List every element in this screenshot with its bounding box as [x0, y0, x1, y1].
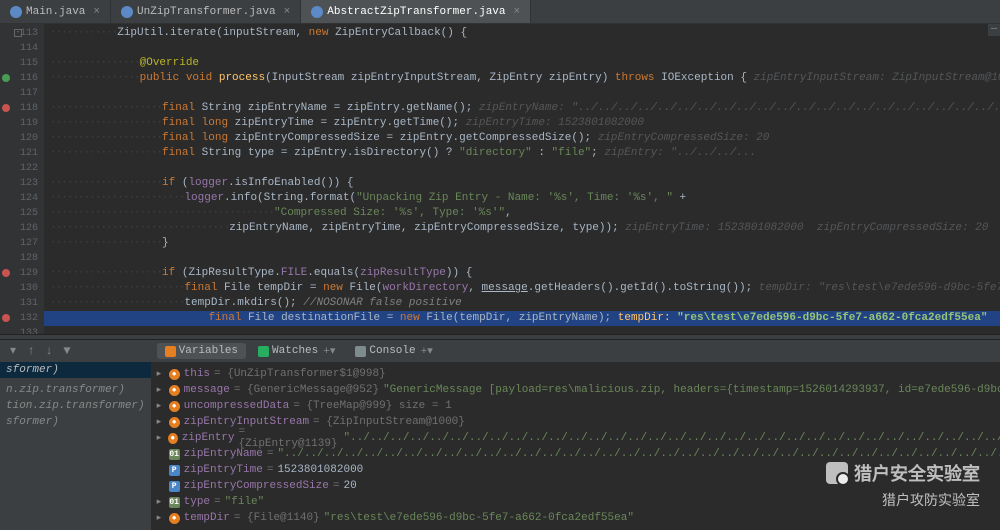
add-icon[interactable]: +▾ [421, 344, 433, 358]
close-icon[interactable]: × [284, 6, 291, 18]
tab-label: UnZipTransformer.java [137, 6, 276, 18]
tab-label: Variables [179, 345, 238, 357]
watermark-subtext: 猎户攻防实验室 [826, 490, 980, 510]
watches-icon [258, 346, 269, 357]
console-icon [355, 346, 366, 357]
tab-label: Watches [272, 345, 318, 357]
collapse-icon[interactable]: — [988, 24, 1000, 36]
editor-tabs: Main.java × UnZipTransformer.java × Abstra… [0, 0, 1000, 24]
java-icon [311, 6, 323, 18]
tab-watches[interactable]: Watches +▾ [250, 342, 343, 360]
tab-label: Main.java [26, 6, 85, 18]
tab-console[interactable]: Console +▾ [347, 342, 440, 360]
close-icon[interactable]: × [93, 6, 100, 18]
watermark: 猎户安全实验室 猎户攻防实验室 [826, 460, 980, 510]
watermark-text: 猎户安全实验室 [854, 460, 980, 486]
filter-icon[interactable]: ▼ [60, 344, 74, 358]
frames-toolbar: ▾ ↑ ↓ ▼ [0, 340, 151, 362]
frames-panel: ▾ ↑ ↓ ▼ sformer)n.zip.transformer)tion.z… [0, 340, 151, 530]
tab-unzip-java[interactable]: UnZipTransformer.java × [111, 0, 301, 23]
up-icon[interactable]: ↑ [24, 344, 38, 358]
add-icon[interactable]: +▾ [323, 344, 335, 358]
wechat-icon [826, 462, 848, 484]
tab-variables[interactable]: Variables [157, 343, 246, 359]
tab-main-java[interactable]: Main.java × [0, 0, 111, 23]
frames-list[interactable]: sformer)n.zip.transformer)tion.zip.trans… [0, 362, 151, 530]
debug-tabs: Variables Watches +▾ Console +▾ [151, 340, 1000, 362]
code-editor[interactable]: 113-114115116117118119120121122123124125… [0, 24, 1000, 334]
tab-abstract-java[interactable]: AbstractZipTransformer.java × [301, 0, 531, 23]
java-icon [121, 6, 133, 18]
line-gutter: 113-114115116117118119120121122123124125… [0, 24, 44, 334]
down-icon[interactable]: ↓ [42, 344, 56, 358]
tab-label: Console [369, 345, 415, 357]
java-icon [10, 6, 22, 18]
code-area[interactable]: ············ZipUtil.iterate(inputStream,… [44, 24, 1000, 334]
close-icon[interactable]: × [514, 6, 521, 18]
dropdown-icon[interactable]: ▾ [6, 344, 20, 358]
tab-label: AbstractZipTransformer.java [327, 6, 505, 18]
variables-icon [165, 346, 176, 357]
